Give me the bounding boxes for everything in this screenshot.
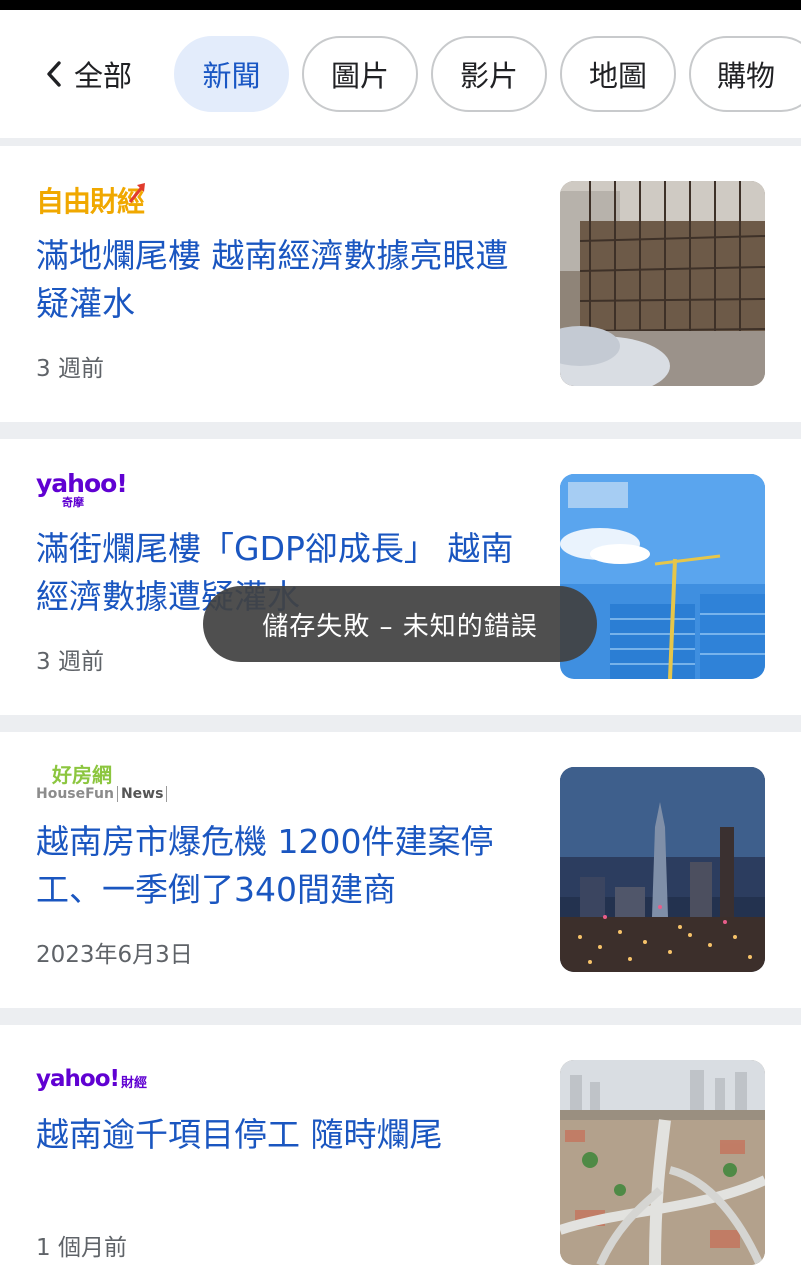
news-result-card[interactable]: yahoo! 奇摩 滿街爛尾樓「GDP卻成長」 越南經濟數據遭疑灌水 3 週前 (0, 439, 801, 715)
source-logo: yahoo! 財經 (36, 1066, 147, 1092)
tab-images-label: 圖片 (330, 59, 389, 93)
back-to-all-button[interactable]: 全部 (44, 10, 132, 138)
source-logo: 自由財經 (36, 178, 146, 222)
tab-videos[interactable]: 影片 (431, 36, 547, 112)
news-headline[interactable]: 越南逾千項目停工 隨時爛尾 (36, 1111, 516, 1159)
status-bar (0, 0, 801, 10)
publish-time: 3 週前 (36, 649, 104, 675)
publish-time: 3 週前 (36, 356, 104, 382)
tab-videos-label: 影片 (459, 59, 518, 93)
highway-interchange-image (560, 1060, 765, 1265)
publish-time: 2023年6月3日 (36, 942, 193, 968)
trend-arrow-icon (128, 183, 146, 203)
publish-time: 1 個月前 (36, 1235, 127, 1261)
news-result-card[interactable]: 好房網 HouseFun News 越南房市爆危機 1200件建案停工、一季倒了… (0, 732, 801, 1008)
error-toast: 儲存失敗 – 未知的錯誤 (203, 586, 597, 662)
tab-shopping[interactable]: 購物 (689, 36, 801, 112)
news-thumbnail[interactable] (560, 1060, 765, 1265)
news-headline[interactable]: 滿地爛尾樓 越南經濟數據亮眼遭疑灌水 (36, 232, 516, 328)
tab-maps[interactable]: 地圖 (560, 36, 676, 112)
source-logo: yahoo! 奇摩 (36, 469, 128, 509)
source-logo: 好房網 HouseFun News (36, 764, 168, 808)
tab-maps-label: 地圖 (588, 59, 647, 93)
highrise-construction-image (560, 474, 765, 679)
tab-news-label: 新聞 (202, 59, 261, 93)
news-thumbnail[interactable] (560, 474, 765, 679)
news-result-card[interactable]: 自由財經 滿地爛尾樓 越南經濟數據亮眼遭疑灌水 3 週前 (0, 146, 801, 422)
news-headline[interactable]: 越南房市爆危機 1200件建案停工、一季倒了340間建商 (36, 818, 516, 914)
tab-news[interactable]: 新聞 (174, 36, 289, 112)
tab-shopping-label: 購物 (717, 59, 776, 93)
news-thumbnail[interactable] (560, 181, 765, 386)
construction-site-image (560, 181, 765, 386)
back-to-all-label: 全部 (74, 59, 133, 93)
city-skyline-image (560, 767, 765, 972)
search-type-tab-bar: 全部 新聞 圖片 影片 地圖 購物 (0, 10, 801, 138)
news-thumbnail[interactable] (560, 767, 765, 972)
chevron-left-icon (47, 61, 61, 87)
news-result-card[interactable]: yahoo! 財經 越南逾千項目停工 隨時爛尾 1 個月前 (0, 1025, 801, 1280)
error-toast-message: 儲存失敗 – 未知的錯誤 (262, 611, 538, 642)
tab-images[interactable]: 圖片 (302, 36, 418, 112)
